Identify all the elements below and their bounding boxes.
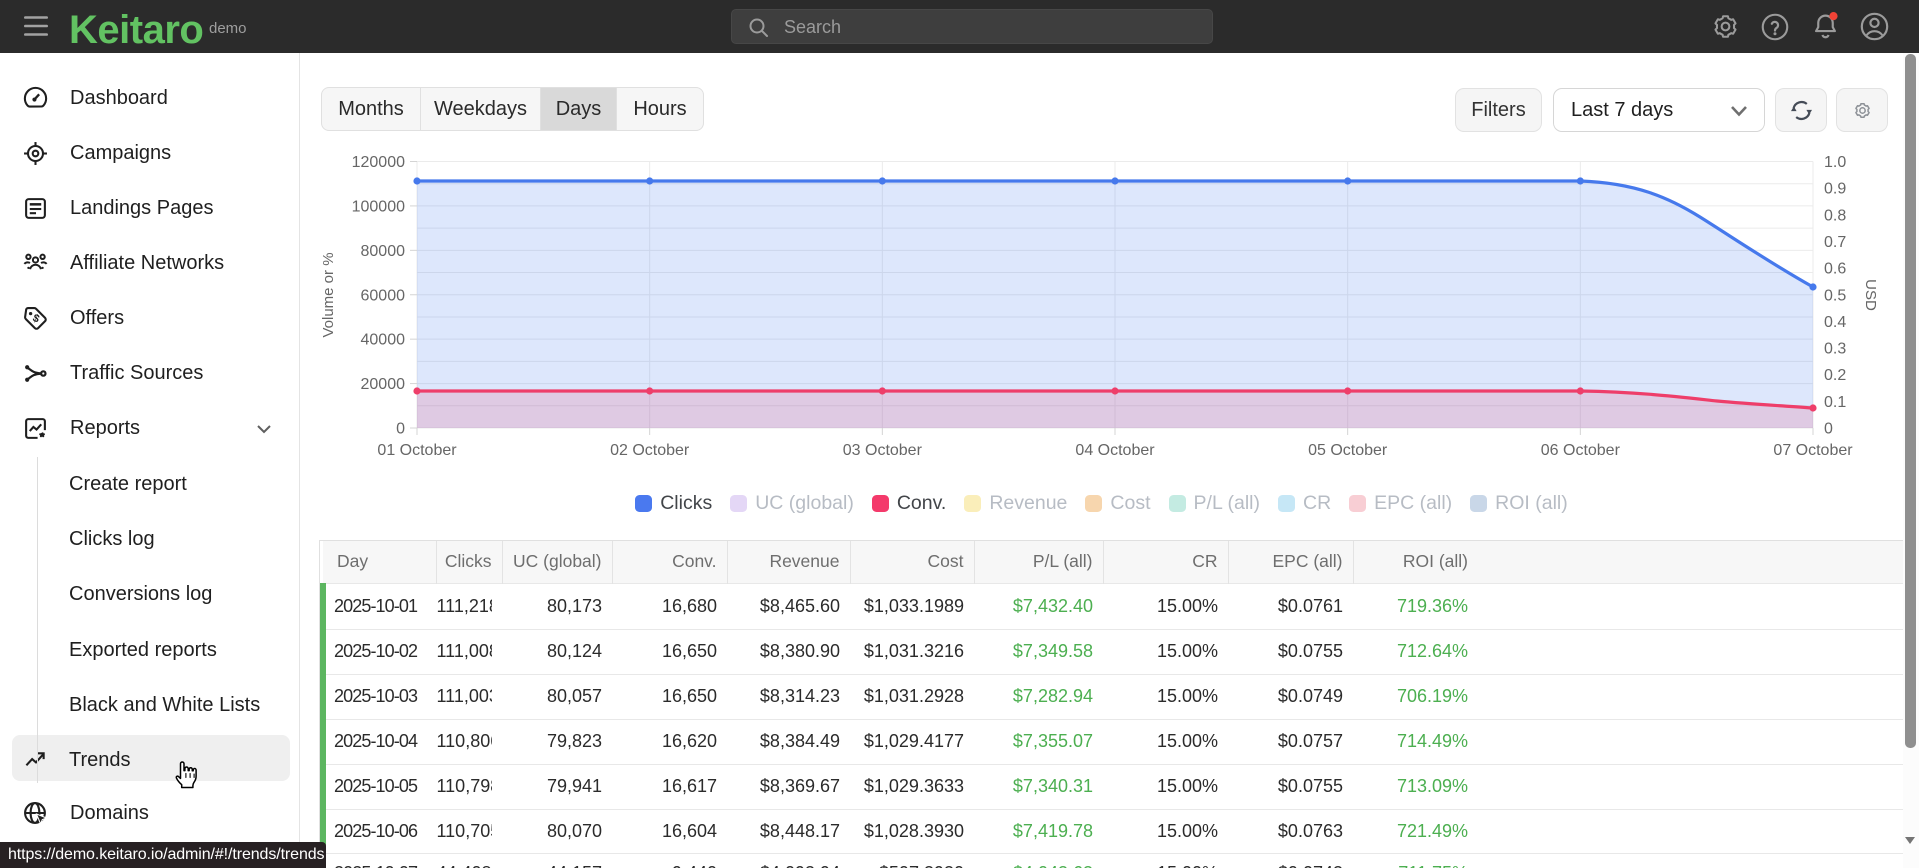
svg-text:0: 0	[396, 421, 405, 438]
svg-text:0: 0	[1824, 421, 1833, 438]
svg-text:0.2: 0.2	[1824, 367, 1846, 384]
svg-text:$: $	[31, 312, 41, 325]
svg-text:05 October: 05 October	[1308, 442, 1388, 459]
svg-text:0.6: 0.6	[1824, 261, 1846, 278]
svg-text:0.5: 0.5	[1824, 287, 1846, 304]
svg-text:0.8: 0.8	[1824, 207, 1846, 224]
svg-text:Volume or %: Volume or %	[320, 252, 337, 337]
svg-text:60000: 60000	[361, 287, 406, 304]
svg-text:120000: 120000	[352, 154, 405, 171]
svg-text:40000: 40000	[361, 332, 406, 349]
svg-text:0.3: 0.3	[1824, 341, 1846, 358]
svg-text:02 October: 02 October	[610, 442, 690, 459]
svg-text:80000: 80000	[361, 243, 406, 260]
svg-text:0.7: 0.7	[1824, 234, 1846, 251]
svg-text:0.4: 0.4	[1824, 314, 1846, 331]
svg-text:0.9: 0.9	[1824, 181, 1846, 198]
svg-text:USD: USD	[1862, 279, 1879, 311]
svg-text:03 October: 03 October	[843, 442, 923, 459]
svg-text:20000: 20000	[361, 376, 406, 393]
svg-text:04 October: 04 October	[1075, 442, 1155, 459]
svg-text:100000: 100000	[352, 198, 405, 215]
svg-text:01 October: 01 October	[377, 442, 457, 459]
svg-text:07 October: 07 October	[1773, 442, 1853, 459]
svg-text:0.1: 0.1	[1824, 394, 1846, 411]
svg-text:1.0: 1.0	[1824, 154, 1846, 171]
svg-text:06 October: 06 October	[1541, 442, 1621, 459]
